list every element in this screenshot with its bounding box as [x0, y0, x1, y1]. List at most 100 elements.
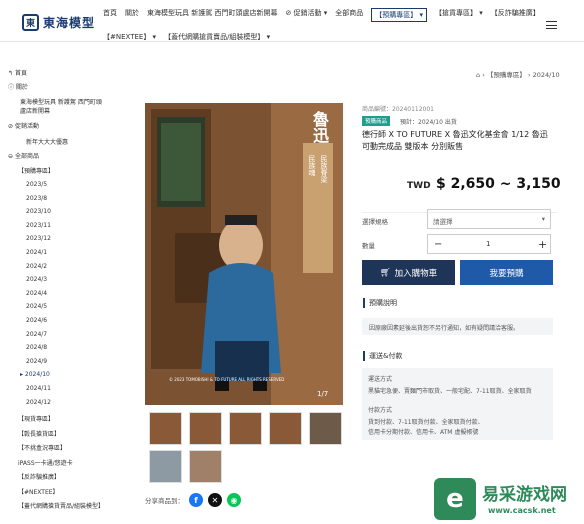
spec-select[interactable]: 請選擇 ▾	[427, 209, 551, 229]
sidebar-section-item[interactable]: 【不挑盒況專區】	[18, 443, 66, 452]
nav-preorder[interactable]: 【預購專區】 ▾	[371, 8, 428, 22]
nav-preorder-label: 【預購專區】	[375, 11, 418, 19]
breadcrumb: ⌂ › 【預購專區】 › 2024/10	[476, 71, 560, 79]
sidebar-month-item[interactable]: 2024/9	[26, 358, 47, 365]
nav-hot[interactable]: 【搶貨專區】 ▾	[435, 8, 483, 22]
sidebar-all-products[interactable]: ⊖ 全部商品	[8, 151, 39, 160]
site-header: 東 東海模型 首頁 關於 東海模型玩具 新護駕 西門町頭盧店新開幕 ⊘ 促銷活動…	[0, 0, 584, 42]
sidebar-month-item[interactable]: 2024/5	[26, 303, 47, 310]
sidebar-month-item[interactable]: 2023/10	[26, 208, 51, 215]
sidebar-section-item[interactable]: 【反詐騙推廣】	[18, 472, 60, 481]
sidebar-promo[interactable]: ⊘ 促銷活動	[8, 121, 39, 130]
nav-about[interactable]: 關於	[125, 8, 139, 22]
preorder-panel: 因原廠因素延後出貨恕不另行通知，如有疑問請洽客服。	[362, 318, 553, 335]
sidebar-month-item[interactable]: 2024/8	[26, 344, 47, 351]
sidebar-month-item[interactable]: 2024/4	[26, 290, 47, 297]
eta-text: 預計：2024/10 出貨	[400, 119, 457, 126]
minus-button[interactable]: −	[434, 239, 442, 250]
sidebar-store-news[interactable]: 東海模型玩具 新護駕 西門町頭	[20, 97, 102, 106]
sidebar-month-item[interactable]: 2024/2	[26, 263, 47, 270]
nav-hot-label: 【搶貨專區】	[435, 9, 478, 17]
watermark: e 易采游戏网 www.cacsk.net	[430, 476, 584, 524]
share-label: 分享商品到：	[145, 497, 184, 505]
poster-title: 魯迅	[310, 111, 329, 143]
sidebar-about[interactable]: ⓘ 關於	[8, 82, 28, 91]
sidebar-promo-label: 促銷活動	[14, 123, 39, 130]
poster-sub1: 民族魂	[308, 155, 316, 176]
sidebar-month-item[interactable]: 2023/12	[26, 235, 51, 242]
sidebar-month-item[interactable]: 2024/11	[26, 385, 51, 392]
product-price: $ 2,650 ~ 3,150	[436, 176, 561, 192]
thumbnail[interactable]	[269, 412, 302, 445]
preorder-badge: 預購商品	[362, 116, 391, 126]
sidebar-month-item[interactable]: 2023/5	[26, 181, 47, 188]
pay-method-text-2: 信用卡分期付款、信用卡、ATM 虛擬帳號	[368, 429, 479, 436]
chevron-down-icon: ▾	[541, 215, 545, 223]
nav-models[interactable]: 【蓋代網購搶貨賣品/組裝模型】 ▾	[164, 32, 270, 42]
product-main-image[interactable]: 魯迅 民族魂 民族脊梁 1/7 © 2023 TOMOBISHI & TO FU…	[145, 103, 343, 405]
sidebar-month-item[interactable]: ▸ 2024/10	[20, 371, 50, 378]
pay-method-text: 貨到付款、7-11取貨付款、全家取貨付款、	[368, 419, 484, 426]
sidebar-month-item[interactable]: 2024/7	[26, 331, 47, 338]
sidebar-store-news-2: 盧店新開幕	[20, 108, 51, 115]
plus-button[interactable]: +	[538, 238, 547, 251]
poster-sub2: 民族脊梁	[320, 155, 328, 183]
shipping-panel: 運送方式 黑貓宅急便、賣麵門市取貨、一般宅配、7-11取貨、全家取貨 付款方式 …	[362, 368, 553, 440]
sidebar-month-item[interactable]: 2024/3	[26, 276, 47, 283]
preorder-heading: 預購說明	[363, 298, 397, 308]
thumbnail[interactable]	[229, 412, 262, 445]
quantity-stepper: − 1 +	[427, 234, 551, 254]
product-title: 德行師 X TO FUTURE X 魯迅文化基金會 1/12 魯迅 可動完成品 …	[362, 130, 548, 151]
thumbnail[interactable]	[309, 412, 342, 445]
watermark-logo: e	[434, 478, 476, 520]
sidebar-month-item[interactable]: 2023/11	[26, 222, 51, 229]
thumbnail[interactable]	[149, 412, 182, 445]
sidebar-month-item[interactable]: 2023/8	[26, 195, 47, 202]
home-icon[interactable]: ⌂	[476, 71, 480, 79]
thumbnail[interactable]	[189, 412, 222, 445]
sidebar-section-item[interactable]: 【蓋代網購搶貨賣品/組裝模型】	[18, 501, 104, 510]
watermark-title: 易采游戏网	[482, 485, 567, 505]
sidebar-section-item[interactable]: 【#NEXTEE】	[18, 487, 59, 496]
thumbnail[interactable]	[189, 450, 222, 483]
nav-home[interactable]: 首頁	[103, 8, 117, 22]
sidebar-all-label: 全部商品	[14, 153, 39, 160]
spec-label: 選擇規格	[362, 218, 388, 226]
breadcrumb-preorder[interactable]: 【預購專區】	[487, 71, 526, 79]
sidebar-preorder[interactable]: 【預購專區】	[18, 166, 54, 175]
nav-store-news[interactable]: 東海模型玩具 新護駕 西門町頭盧店新開幕	[147, 8, 277, 22]
product-code: 商品編號：20240112001	[362, 106, 434, 113]
preorder-button[interactable]: 我要預購	[460, 260, 553, 285]
nav-promo[interactable]: ⊘ 促銷活動 ▾	[285, 8, 327, 22]
watermark-url: www.cacsk.net	[488, 506, 556, 515]
qty-label: 數量	[362, 242, 375, 250]
nav-all-products[interactable]: 全部商品	[335, 8, 363, 22]
x-icon[interactable]: ✕	[208, 493, 222, 507]
line-icon[interactable]: ◉	[227, 493, 241, 507]
sidebar-section-item[interactable]: 【現貨專區】	[18, 414, 54, 423]
nav-promo-label: 促銷活動	[293, 9, 322, 17]
pay-method-heading: 付款方式	[368, 407, 393, 414]
sidebar-month-item[interactable]: 2024/1	[26, 249, 47, 256]
nav-antifraud[interactable]: 【反詐騙推廣】	[491, 8, 540, 22]
sidebar-month-item[interactable]: 2024/6	[26, 317, 47, 324]
add-to-cart-button[interactable]: 🛒︎ 加入購物車	[362, 260, 455, 285]
image-counter: 1/7	[317, 390, 329, 398]
nav-nextee[interactable]: 【#NEXTEE】 ▾	[103, 32, 156, 42]
sidebar-section-item[interactable]: 【穀長搶貨區】	[18, 429, 60, 438]
cart-icon: 🛒︎	[379, 267, 391, 278]
sidebar-promo-sub[interactable]: 新年大大大優惠	[26, 137, 68, 146]
product-info: 商品編號：20240112001	[362, 100, 557, 120]
qty-input[interactable]: 1	[486, 240, 490, 248]
sidebar-month-item[interactable]: 2024/12	[26, 399, 51, 406]
hamburger-icon[interactable]	[546, 21, 557, 29]
facebook-icon[interactable]: f	[189, 493, 203, 507]
sidebar-section-item[interactable]: iPASS一卡通/悠遊卡	[18, 458, 73, 467]
currency: TWD	[407, 181, 431, 191]
site-logo[interactable]: 東 東海模型	[22, 12, 102, 32]
sidebar: ↰ 首頁 ⓘ 關於 東海模型玩具 新護駕 西門町頭 盧店新開幕 ⊘ 促銷活動 新…	[8, 66, 130, 516]
sidebar-back[interactable]: ↰ 首頁	[8, 68, 27, 77]
thumbnail[interactable]	[149, 450, 182, 483]
breadcrumb-month: 2024/10	[532, 71, 560, 79]
nav-nextee-label: 【#NEXTEE】	[103, 33, 151, 41]
